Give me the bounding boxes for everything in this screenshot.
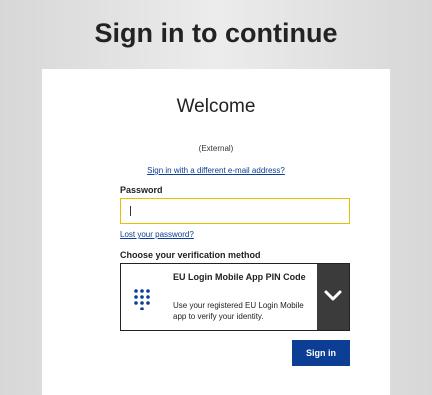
password-input[interactable] [120,198,350,224]
keypad-icon [134,289,150,310]
method-title: EU Login Mobile App PIN Code [173,272,306,282]
lost-password-link[interactable]: Lost your password? [120,230,194,239]
sign-in-button[interactable]: Sign in [292,340,350,366]
text-caret [130,206,131,216]
method-description: Use your registered EU Login Mobile app … [173,301,304,321]
login-card: Welcome (External) Sign in with a differ… [42,69,390,395]
external-label: (External) [198,144,234,153]
page-title: Sign in to continue [94,18,338,48]
chevron-down-icon [324,290,342,301]
verification-method-label: Choose your verification method [120,250,261,260]
welcome-heading: Welcome [176,96,256,117]
verification-method-select[interactable]: EU Login Mobile App PIN Code Use your re… [120,263,350,331]
method-dropdown-toggle[interactable] [317,264,349,330]
password-label: Password [120,185,163,195]
different-email-link[interactable]: Sign in with a different e-mail address? [42,166,390,175]
